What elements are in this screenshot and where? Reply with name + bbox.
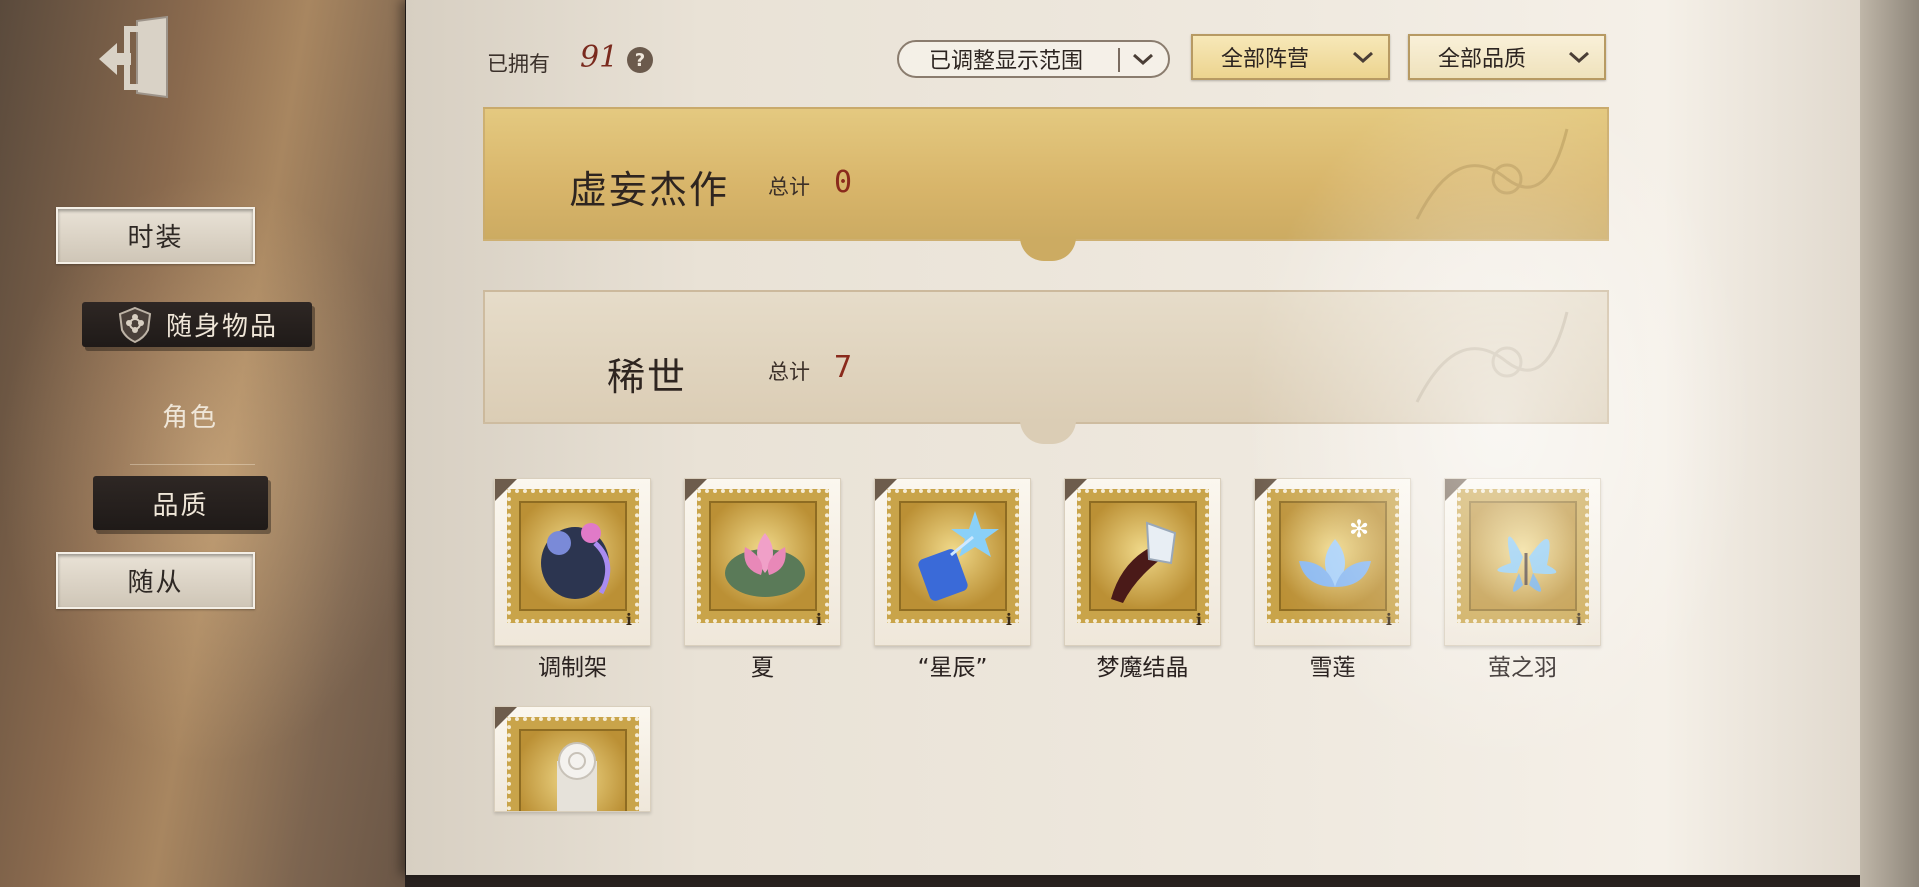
category-total: 0 [834, 165, 853, 200]
item-name: 萤之羽 [1488, 655, 1557, 681]
panel-edge [1860, 0, 1919, 887]
category-banner-masterpiece[interactable]: 虚妄杰作 总计 0 [483, 107, 1609, 261]
shield-flower-icon [116, 306, 154, 344]
star-lantern-icon [918, 511, 999, 601]
chevron-down-icon [1133, 53, 1153, 66]
item-name: 调制架 [538, 655, 607, 681]
quality-dropdown[interactable]: 全部品质 [1408, 34, 1606, 80]
item-stamp-frame [1457, 489, 1589, 623]
alchemy-rack-icon [541, 523, 611, 599]
card-corner [875, 479, 897, 501]
item-card[interactable]: ✻ ℹ [1254, 478, 1411, 646]
display-range-dropdown[interactable]: 已调整显示范围 [897, 40, 1170, 78]
sidebar [0, 0, 405, 887]
item-stamp-frame: ✻ [1267, 489, 1399, 623]
sidebar-item-character[interactable]: 角色 [120, 393, 260, 437]
card-corner [1065, 479, 1087, 501]
floral-decoration-icon [1415, 128, 1569, 220]
price-tag: ℹ [1005, 610, 1012, 629]
faction-dropdown[interactable]: 全部阵营 [1191, 34, 1390, 80]
card-corner [1445, 479, 1467, 501]
question-mark-icon[interactable]: ? [627, 47, 653, 73]
item-stamp-frame [507, 489, 639, 623]
item-name: 夏 [751, 655, 774, 681]
crystal-shard-icon [1111, 521, 1177, 603]
category-total-label: 总计 [768, 360, 810, 384]
chevron-down-icon [1353, 51, 1373, 64]
price-tag: ℹ [815, 610, 822, 629]
sidebar-divider [130, 464, 255, 465]
exit-button[interactable] [92, 14, 178, 100]
lotus-icon [725, 533, 805, 597]
price-tag: ℹ [1195, 610, 1202, 629]
item-stamp-frame [1077, 489, 1209, 623]
owned-count: 91 [580, 40, 619, 75]
item-stamp-frame [887, 489, 1019, 623]
category-banner-rare[interactable]: 稀世 总计 7 [483, 290, 1609, 444]
sidebar-item-label: 品质 [152, 490, 209, 521]
item-card[interactable]: ℹ [684, 478, 841, 646]
item-card[interactable]: ℹ [874, 478, 1031, 646]
dropdown-separator [1118, 48, 1120, 72]
sidebar-item-label: 随从 [127, 568, 184, 598]
sidebar-item-quality[interactable]: 品质 [93, 476, 268, 530]
card-corner [495, 479, 517, 501]
owned-label: 已拥有 [487, 52, 550, 76]
item-name: “星辰” [917, 655, 988, 681]
card-corner [685, 479, 707, 501]
item-name: 梦魔结晶 [1096, 655, 1189, 681]
blue-butterfly-icon [1497, 536, 1557, 592]
white-rose-icon [557, 742, 597, 811]
category-total-label: 总计 [768, 175, 810, 199]
item-name: 雪莲 [1309, 655, 1356, 681]
sidebar-item-label: 角色 [161, 402, 218, 433]
exit-door-icon [99, 15, 168, 99]
sidebar-item-fashion[interactable]: 时装 [56, 207, 255, 264]
price-tag: ℹ [1385, 610, 1392, 629]
card-corner [1255, 479, 1277, 501]
item-card[interactable]: ℹ [494, 478, 651, 646]
item-stamp-frame [697, 489, 829, 623]
quality-label: 全部品质 [1438, 47, 1527, 72]
display-range-label: 已调整显示范围 [929, 49, 1084, 74]
item-card[interactable]: ℹ [1444, 478, 1601, 646]
snow-lotus-icon: ✻ [1299, 515, 1371, 587]
faction-label: 全部阵营 [1221, 47, 1310, 72]
chevron-down-icon [1569, 51, 1589, 64]
sidebar-item-label: 时装 [127, 223, 184, 253]
svg-text:✻: ✻ [1349, 515, 1369, 543]
sidebar-item-label: 随身物品 [165, 312, 278, 342]
item-stamp-frame [507, 717, 639, 811]
floral-decoration-icon [1415, 311, 1569, 403]
category-title: 稀世 [607, 355, 688, 399]
category-total: 7 [834, 350, 853, 385]
item-card[interactable] [494, 706, 651, 812]
category-title: 虚妄杰作 [569, 168, 730, 212]
sidebar-item-follower[interactable]: 随从 [56, 552, 255, 609]
price-tag: ℹ [1575, 610, 1582, 629]
card-corner [495, 707, 517, 729]
sidebar-item-accessories[interactable]: 随身物品 [82, 302, 312, 347]
item-card[interactable]: ℹ [1064, 478, 1221, 646]
price-tag: ℹ [625, 610, 632, 629]
